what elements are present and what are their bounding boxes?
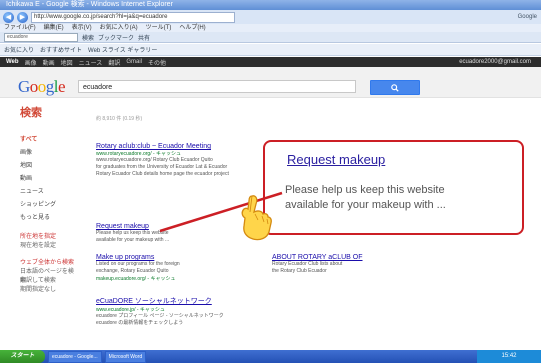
browser-window: Ichikawa E - Google 検索 - Windows Interne… <box>0 0 541 363</box>
sidebar-item-videos[interactable]: 動画 <box>20 173 76 186</box>
forward-icon[interactable]: ▶ <box>17 11 28 23</box>
favorites-item[interactable]: おすすめサイト <box>40 45 82 54</box>
search-result: eCuaDORE ソーシャルネットワーク www.ecuadore.jp/ - … <box>96 296 416 327</box>
result-stats: 約 8,910 件 (0.19 秒) <box>96 116 143 122</box>
toolbar-item[interactable]: 共有 <box>138 33 150 42</box>
callout-body: Please help us keep this website availab… <box>285 183 525 213</box>
start-button[interactable]: スタート <box>0 350 45 363</box>
back-icon[interactable]: ◀ <box>3 11 14 23</box>
left-sidebar: 検索 すべて 画像 地図 動画 ニュース ショッピング もっと見る 所在地を指定… <box>20 104 76 295</box>
favorites-bar: お気に入り おすすめサイト Web スライス ギャラリー <box>0 44 541 56</box>
result-snippet: Rotary Ecuador Club lists about <box>272 261 343 267</box>
result-title[interactable]: Rotary aclub:club ~ Ecuador Meeting <box>96 143 266 150</box>
system-clock: 15:42 <box>477 350 541 363</box>
result-snippet: exchange, Rotary Ecuador Quito <box>96 268 169 274</box>
result-title[interactable]: eCuaDORE ソーシャルネットワーク <box>96 296 416 306</box>
result-title[interactable]: ABOUT ROTARY aCLUB OF <box>272 254 392 261</box>
search-result: Rotary aclub:club ~ Ecuador Meeting www.… <box>96 143 266 178</box>
callout-title[interactable]: Request makeup <box>287 152 385 167</box>
toolbar-search-input[interactable]: ecuadore <box>4 32 78 42</box>
user-account[interactable]: ecuadore2000@gmail.com <box>459 59 531 65</box>
address-bar[interactable]: http://www.google.co.jp/search?hl=ja&q=e… <box>31 11 235 23</box>
sidebar-option[interactable]: 翻訳して検索 <box>20 277 76 286</box>
navigation-bar: ◀ ▶ http://www.google.co.jp/search?hl=ja… <box>0 10 541 24</box>
sidebar-option[interactable]: ウェブ全体から検索 <box>20 259 76 268</box>
sidebar-location[interactable]: 所在地を指定 <box>20 233 76 242</box>
sidebar-item-maps[interactable]: 地図 <box>20 160 76 173</box>
result-snippet: Listed on our programs for the foreign <box>96 261 180 267</box>
result-snippet: available for your makeup with ... <box>96 237 170 243</box>
menu-tools[interactable]: ツール(T) <box>146 24 172 32</box>
sidebar-item-all[interactable]: すべて <box>20 134 76 147</box>
search-button[interactable] <box>370 80 420 95</box>
gbar-item-more[interactable]: その他 <box>148 58 166 67</box>
sidebar-option[interactable]: 期間指定なし <box>20 286 76 295</box>
result-snippet: the Rotary Club Ecuador <box>272 268 327 274</box>
toolbar-item[interactable]: 検索 <box>82 33 94 42</box>
search-input[interactable]: ecuadore <box>78 80 356 93</box>
result-url: www.ecuadore.jp/ - キャッシュ <box>96 307 165 313</box>
result-url: www.rotaryecuadore.org/ - キャッシュ <box>96 151 182 157</box>
sidebar-item-shopping[interactable]: ショッピング <box>20 199 76 212</box>
menu-favorites[interactable]: お気に入り(A) <box>100 24 138 32</box>
gbar-item-maps[interactable]: 地図 <box>61 58 73 67</box>
sidebar-option[interactable]: 日本語のページを検索 <box>20 268 76 284</box>
gbar-item-gmail[interactable]: Gmail <box>126 59 142 65</box>
gbar-item-images[interactable]: 画像 <box>25 58 37 67</box>
search-result: Make up programs Listed on our programs … <box>96 254 216 282</box>
search-icon <box>391 84 399 92</box>
taskbar-item[interactable]: Microsoft Word <box>104 350 147 363</box>
callout-line: Please help us keep this website <box>285 184 445 196</box>
gbar-item-news[interactable]: ニュース <box>79 58 103 67</box>
result-snippet: Please help us keep this website <box>96 230 169 236</box>
result-url: makeup.ecuadore.org/ - キャッシュ <box>96 276 176 282</box>
taskbar-item[interactable]: ecuadore - Google... <box>48 350 102 363</box>
result-snippet: ecuadore の最新情報をチェックしよう <box>96 320 184 326</box>
window-title-bar: Ichikawa E - Google 検索 - Windows Interne… <box>0 0 541 10</box>
menu-file[interactable]: ファイル(F) <box>4 24 36 32</box>
sidebar-location[interactable]: 現在地を設定 <box>20 242 76 251</box>
toolbar-item[interactable]: ブックマーク <box>98 33 134 42</box>
favorites-item[interactable]: お気に入り <box>4 45 34 54</box>
result-snippet: for graduates from the University of Ecu… <box>96 164 228 170</box>
gbar-item-videos[interactable]: 動画 <box>43 58 55 67</box>
menu-bar: ファイル(F) 編集(E) 表示(V) お気に入り(A) ツール(T) ヘルプ(… <box>0 24 541 32</box>
menu-help[interactable]: ヘルプ(H) <box>179 24 205 32</box>
sidebar-item-images[interactable]: 画像 <box>20 147 76 160</box>
window-title: Ichikawa E - Google 検索 - Windows Interne… <box>6 1 173 8</box>
search-result: Request makeup Please help us keep this … <box>96 223 216 244</box>
gbar-item-translate[interactable]: 翻訳 <box>108 58 120 67</box>
sidebar-title: 検索 <box>20 107 42 119</box>
result-title[interactable]: Request makeup <box>96 223 216 230</box>
google-logo[interactable]: Google <box>18 77 66 97</box>
callout-line: available for your makeup with ... <box>285 199 446 211</box>
search-header: Google ecuadore <box>0 67 541 98</box>
zoom-callout: Request makeup Please help us keep this … <box>263 140 524 235</box>
result-snippet: ecuadore プロフィール ページ - ソーシャルネットワーク <box>96 313 224 319</box>
result-snippet: Rotary Ecuador Club details home page th… <box>96 171 229 177</box>
google-bar: Web 画像 動画 地図 ニュース 翻訳 Gmail その他 ecuadore2… <box>0 57 541 67</box>
favorites-item[interactable]: Web スライス ギャラリー <box>88 45 157 54</box>
sidebar-item-more[interactable]: もっと見る <box>20 212 76 225</box>
result-snippet: www.rotaryecuadore.org/ Rotary Club Ecua… <box>96 157 213 163</box>
menu-edit[interactable]: 編集(E) <box>44 24 64 32</box>
search-result: ABOUT ROTARY aCLUB OF Rotary Ecuador Clu… <box>272 254 392 275</box>
gbar-item-web[interactable]: Web <box>6 59 19 65</box>
taskbar: スタート ecuadore - Google... Microsoft Word… <box>0 350 541 363</box>
toolbar: ecuadore 検索 ブックマーク 共有 <box>0 32 541 43</box>
search-provider: Google <box>517 14 537 20</box>
sidebar-item-news[interactable]: ニュース <box>20 186 76 199</box>
menu-view[interactable]: 表示(V) <box>72 24 92 32</box>
result-title[interactable]: Make up programs <box>96 254 216 261</box>
